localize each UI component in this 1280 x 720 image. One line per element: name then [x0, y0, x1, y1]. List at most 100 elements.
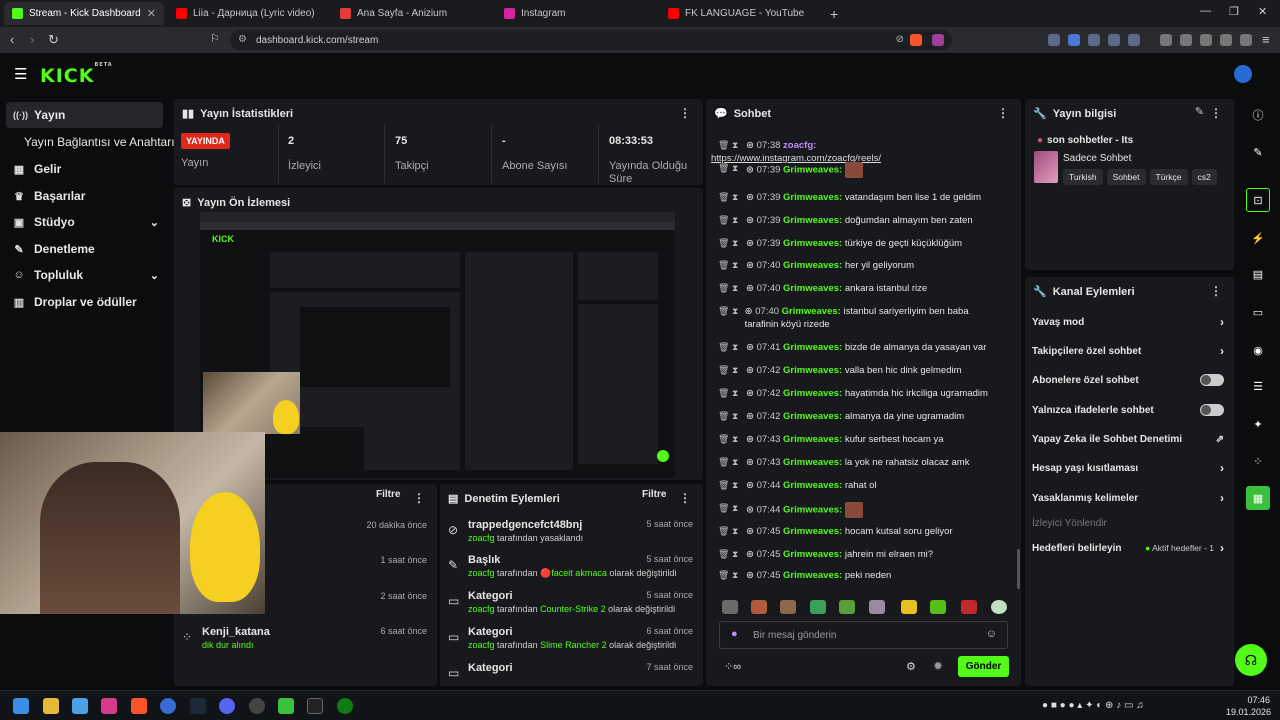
toggle-switch[interactable] — [1200, 404, 1224, 416]
clock[interactable]: 07:46 19.01.2026 — [1226, 694, 1271, 718]
chat-message[interactable]: 🗑 ⧗ ⊛ 07:41 Grimweaves: bizde de almanya d… — [718, 341, 1003, 354]
emoji-picker-icon[interactable]: ☺ — [986, 628, 997, 640]
delete-message-icon[interactable]: 🗑 — [718, 305, 729, 318]
chat-message[interactable]: 🗑 ⧗ ⊛ 07:40 Grimweaves: ankara istanbul ri… — [718, 282, 1003, 295]
send-button[interactable]: Gönder — [958, 656, 1009, 677]
sidebar-item-denetleme[interactable]: ✎ Denetleme — [6, 236, 163, 262]
delete-message-icon[interactable]: 🗑 — [718, 548, 729, 561]
delete-message-icon[interactable]: 🗑 — [718, 162, 729, 175]
app-icon[interactable] — [160, 698, 176, 714]
clipboard-icon[interactable]: ▤ — [1246, 262, 1270, 286]
more-options-icon[interactable]: ⋮ — [997, 106, 1009, 120]
chat-message[interactable]: 🗑 ⧗ ⊛ 07:39 Grimweaves: vatandaşım ben lis… — [718, 191, 1003, 204]
delete-message-icon[interactable]: 🗑 — [718, 214, 729, 227]
filter-button[interactable]: Filtre — [376, 489, 400, 500]
mod-action-row[interactable]: ▭ Kategori zoacfg tarafından Counter-Str… — [448, 586, 693, 622]
chat-message[interactable]: 🗑 ⧗ ⊛ 07:40 Grimweaves: istanbul sariyerli… — [718, 305, 1003, 331]
chat-message[interactable]: 🗑 ⧗ ⊛ 07:39 Grimweaves: doğumdan almayım b… — [718, 214, 1003, 227]
delete-message-icon[interactable]: 🗑 — [718, 139, 729, 152]
timeout-icon[interactable]: ⧗ — [732, 191, 740, 204]
mod-action-row[interactable]: ✎ Başlık zoacfg tarafından 🔴faceit akmac… — [448, 550, 693, 586]
channel-action-1[interactable]: Yavaş mod › — [1032, 312, 1224, 332]
timeout-icon[interactable]: ⧗ — [732, 214, 740, 227]
photos-icon[interactable] — [101, 698, 117, 714]
timeout-icon[interactable]: ⧗ — [732, 548, 740, 561]
channel-action-9[interactable]: Hedefleri belirleyin ● Aktif hedefler - 1… — [1032, 538, 1224, 558]
sidebar-item-stream-key[interactable]: Yayın Bağlantısı ve Anahtarı — [17, 129, 177, 155]
minecraft-icon[interactable]: ▦ — [1246, 486, 1270, 510]
activity-row[interactable]: ⁘ Kenji_katana dik dur alındı 6 saat önc… — [182, 622, 427, 658]
minecraft-icon[interactable] — [278, 698, 294, 714]
more-options-icon[interactable]: ⋮ — [679, 491, 691, 505]
channel-action-2[interactable]: Takipçilere özel sohbet › — [1032, 341, 1224, 361]
emote-icon[interactable] — [961, 600, 977, 614]
xbox-icon[interactable] — [337, 698, 353, 714]
chat-message[interactable]: 🗑 ⧗ ⊛ 07:45 Grimweaves: peki neden — [718, 569, 1003, 582]
delete-message-icon[interactable]: 🗑 — [718, 237, 729, 250]
chat-icon[interactable]: ▭ — [1246, 300, 1270, 324]
new-tab-button[interactable]: + — [822, 2, 846, 25]
broadcast-icon[interactable]: ◉ — [1246, 338, 1270, 362]
obs-icon[interactable] — [249, 698, 265, 714]
channel-action-6[interactable]: Hesap yaşı kısıtlaması › — [1032, 458, 1224, 478]
delete-message-icon[interactable]: 🗑 — [718, 525, 729, 538]
extension-icon[interactable] — [1108, 34, 1120, 46]
timeout-icon[interactable]: ⧗ — [732, 387, 740, 400]
tray-icons[interactable]: ● ■ ● ● ▴ ✦ ◐ ⊕ ♪ ▭ ♫ — [1042, 700, 1144, 711]
emote-icon[interactable] — [991, 600, 1007, 614]
more-options-icon[interactable]: ⋮ — [1210, 284, 1222, 298]
delete-message-icon[interactable]: 🗑 — [718, 410, 729, 423]
chat-message[interactable]: 🗑 ⧗ ⊛ 07:45 Grimweaves: jahrein mi elraen … — [718, 548, 1003, 561]
delete-message-icon[interactable]: 🗑 — [718, 433, 729, 446]
sidebar-item-studyo[interactable]: ▣ Stüdyo ⌄ — [6, 209, 163, 235]
delete-message-icon[interactable]: 🗑 — [718, 259, 729, 272]
emote-icon[interactable] — [930, 600, 946, 614]
timeout-icon[interactable]: ⧗ — [732, 479, 740, 492]
camera-blocked-icon[interactable]: ⊘ — [896, 34, 904, 45]
brave-rewards-icon[interactable] — [932, 34, 944, 46]
brave-icon[interactable] — [131, 698, 147, 714]
windows-start-icon[interactable] — [13, 698, 29, 714]
tab-fk-language[interactable]: FK LANGUAGE - YouTube — [660, 2, 820, 25]
tab-anizium[interactable]: Ana Sayfa - Anizium — [332, 2, 492, 25]
timeout-icon[interactable]: ⧗ — [732, 162, 740, 175]
emote-icon[interactable] — [839, 600, 855, 614]
points-icon[interactable]: ⁘∞ — [724, 660, 741, 673]
timeout-icon[interactable]: ⧗ — [732, 364, 740, 377]
timeout-icon[interactable]: ⧗ — [732, 525, 740, 538]
close-window-icon[interactable]: ✕ — [1258, 5, 1267, 18]
sidebar-item-yayin[interactable]: ((·)) Yayın — [6, 102, 163, 128]
epic-games-icon[interactable] — [307, 698, 323, 714]
emote-icon[interactable] — [810, 600, 826, 614]
timeout-icon[interactable]: ⧗ — [732, 502, 740, 515]
delete-message-icon[interactable]: 🗑 — [718, 456, 729, 469]
delete-message-icon[interactable]: 🗑 — [718, 502, 729, 515]
more-options-icon[interactable]: ⋮ — [413, 491, 425, 505]
timeout-icon[interactable]: ⧗ — [732, 305, 739, 318]
discord-icon[interactable] — [219, 698, 235, 714]
points-icon[interactable]: ⁘ — [1246, 449, 1270, 473]
chat-message[interactable]: 🗑 ⧗ ⊛ 07:43 Grimweaves: kufur serbest hoca… — [718, 433, 1003, 446]
channel-action-7[interactable]: Yasaklanmış kelimeler › — [1032, 488, 1224, 508]
sidebar-item-droplar[interactable]: ▥ Droplar ve ödüller — [6, 289, 163, 315]
sidebar-item-basarilar[interactable]: ♛ Başarılar — [6, 183, 163, 209]
delete-message-icon[interactable]: 🗑 — [718, 341, 729, 354]
delete-message-icon[interactable]: 🗑 — [718, 282, 729, 295]
back-icon[interactable]: ‹ — [10, 32, 14, 47]
timeout-icon[interactable]: ⧗ — [732, 341, 740, 354]
sidebar-item-topluluk[interactable]: ☺ Topluluk ⌄ — [6, 262, 163, 288]
steam-icon[interactable] — [190, 698, 206, 714]
emote-icon[interactable] — [780, 600, 796, 614]
more-options-icon[interactable]: ⋮ — [1210, 106, 1222, 120]
channel-action-3[interactable]: Abonelere özel sohbet — [1032, 370, 1224, 390]
site-info-icon[interactable]: ⚙ — [238, 34, 247, 45]
vpn-icon[interactable] — [1240, 34, 1252, 46]
mod-action-row[interactable]: ▭ Kategori zoacfg tarafından Slime Ranch… — [448, 622, 693, 658]
more-options-icon[interactable]: ⋮ — [679, 106, 691, 120]
tab-youtube-liia[interactable]: Liia - Дарница (Lyric video) - You — [168, 2, 328, 25]
chat-message[interactable]: 🗑 ⧗ ⊛ 07:43 Grimweaves: la yok ne rahatsiz… — [718, 456, 1003, 469]
clip-icon[interactable]: ⊡ — [1246, 188, 1270, 212]
edit-pencil-icon[interactable]: ✎ — [1195, 105, 1204, 118]
chat-message[interactable]: 🗑 ⧗ ⊛ 07:40 Grimweaves: her yil geliyorum — [718, 259, 1003, 272]
chat-message[interactable]: 🗑 ⧗ ⊛ 07:39 Grimweaves: türkiye de geçti k… — [718, 237, 1003, 250]
